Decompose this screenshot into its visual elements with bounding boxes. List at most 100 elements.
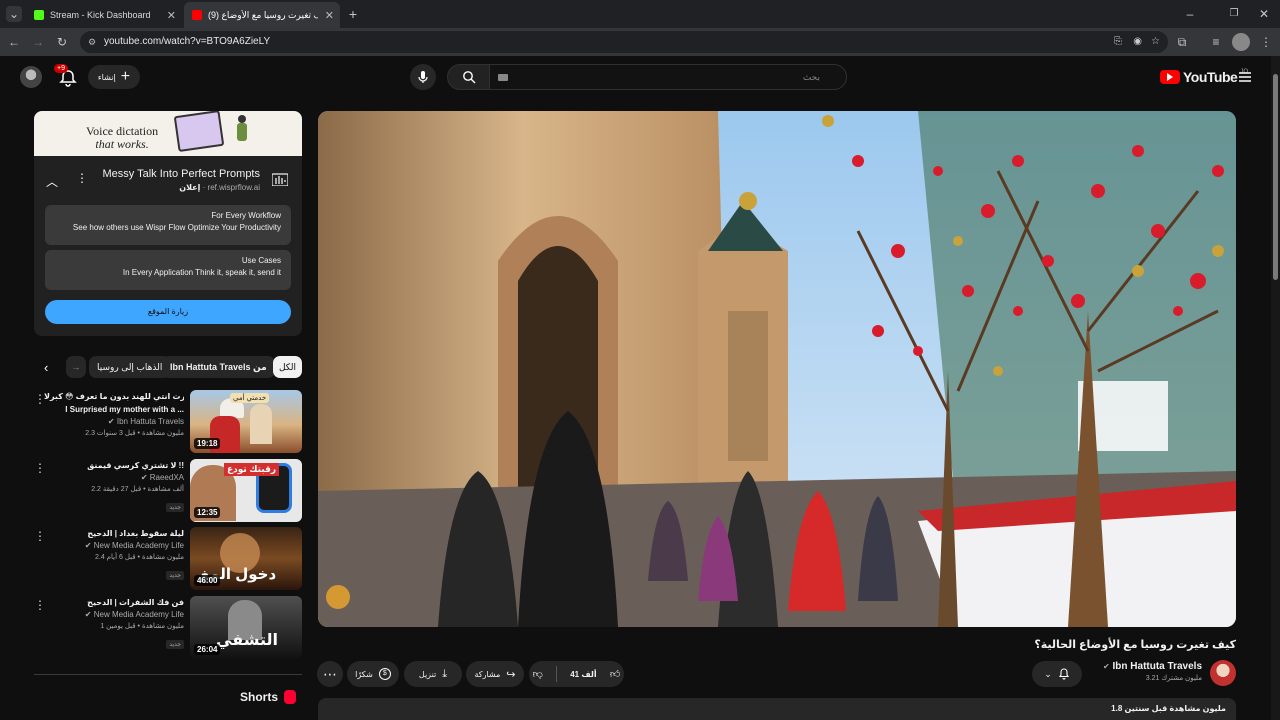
ad-domain: ref.wisprflow.ai bbox=[207, 183, 260, 192]
chip-channel-name: Ibn Hattuta Travels bbox=[170, 362, 251, 372]
search-button[interactable] bbox=[447, 64, 490, 90]
tab-close-icon[interactable]: ✕ bbox=[167, 9, 176, 22]
thumbnail-text: رقبتك تودع bbox=[224, 463, 280, 476]
collapse-chevron-up-icon[interactable]: ︿ bbox=[46, 173, 58, 190]
bookmark-star-icon[interactable]: ☆ bbox=[1151, 31, 1160, 53]
new-badge: جديد bbox=[166, 503, 184, 512]
youtube-favicon-icon bbox=[192, 10, 202, 20]
thanks-dollar-icon: $ bbox=[378, 668, 391, 680]
download-icon: ⤓ bbox=[442, 667, 448, 680]
more-options-icon[interactable]: ⋮ bbox=[34, 598, 46, 612]
sitelink-title: For Every Workflow bbox=[211, 211, 281, 220]
recommendation-item[interactable]: ⋮ ليلة سقوط بغداد | الدحيح ✔ New Media A… bbox=[34, 527, 302, 591]
extensions-icon[interactable]: ⧉ bbox=[1174, 34, 1190, 50]
share-button[interactable]: مشاركة ↪ bbox=[466, 661, 524, 687]
hamburger-menu-icon bbox=[1239, 72, 1251, 82]
subscriber-count: 3.21 مليون مشترك bbox=[1145, 675, 1202, 682]
recommendation-item[interactable]: ⋮ فن فك الشفرات | الدحيح ✔ New Media Aca… bbox=[34, 596, 302, 660]
description-box[interactable]: 1.8 مليون مشاهدة قبل سنتين bbox=[318, 698, 1236, 720]
more-options-icon[interactable]: ⋮ bbox=[34, 461, 46, 475]
youtube-play-icon bbox=[1160, 70, 1180, 84]
browser-toolbar: ← → ↻ ⚙ youtube.com/watch?v=BTO9A6ZieLY … bbox=[0, 28, 1280, 56]
view-count: 2.3 مليون مشاهدة • قبل 3 سنوات bbox=[85, 430, 184, 437]
site-info-icon[interactable]: ⚙ bbox=[88, 31, 96, 53]
recommendation-item[interactable]: ⋮ سافرت انتي للهند بدون ما تعرف 😳 كبرلا … bbox=[34, 390, 302, 454]
channel-name: New Media Academy Life bbox=[93, 610, 184, 619]
tab-search-icon[interactable]: ⌄ bbox=[6, 6, 22, 22]
minimize-icon[interactable]: – bbox=[1182, 6, 1198, 22]
install-icon[interactable]: ⎘ bbox=[1114, 31, 1122, 53]
reading-list-icon[interactable]: ≡ bbox=[1208, 34, 1224, 50]
download-button[interactable]: تنزيل ⤓ bbox=[404, 661, 462, 687]
youtube-logo[interactable]: YouTube JO bbox=[1160, 69, 1248, 85]
account-avatar[interactable] bbox=[20, 66, 42, 88]
video-player[interactable] bbox=[318, 111, 1236, 627]
ad-sitelink-use-cases[interactable]: Use Cases In Every Application Think it,… bbox=[45, 250, 291, 290]
channel-avatar[interactable] bbox=[1210, 660, 1236, 686]
channel-name: RaeedXA bbox=[149, 473, 184, 482]
ad-title[interactable]: Messy Talk Into Perfect Prompts bbox=[102, 168, 260, 180]
scrollbar-thumb[interactable] bbox=[1273, 74, 1278, 280]
video-thumbnail[interactable]: دخول المغ 46:00 bbox=[190, 527, 302, 590]
video-thumbnail[interactable]: رقبتك تودع 12:35 bbox=[190, 459, 302, 522]
ad-sitelink-workflow[interactable]: For Every Workflow See how others use Wi… bbox=[45, 205, 291, 245]
dislike-button[interactable]: 👎︎ bbox=[533, 668, 543, 680]
video-thumbnail[interactable]: خدمتي أمي 19:18 bbox=[190, 390, 302, 453]
tab-kick-dashboard[interactable]: Stream - Kick Dashboard ✕ bbox=[26, 2, 182, 28]
video-title: فن فك الشفرات | الدحيح bbox=[87, 598, 184, 607]
video-frame bbox=[318, 111, 1236, 627]
more-options-icon[interactable]: ⋮ bbox=[34, 392, 46, 406]
guide-menu-button[interactable] bbox=[1238, 70, 1252, 84]
visit-site-button[interactable]: زيارة الموقع bbox=[45, 300, 291, 324]
like-button[interactable]: 👍︎ bbox=[610, 668, 620, 680]
video-thumbnail[interactable]: التشفي 26:04 bbox=[190, 596, 302, 659]
address-bar[interactable]: ⚙ youtube.com/watch?v=BTO9A6ZieLY ⎘ ◉ ☆ bbox=[80, 31, 1168, 53]
more-options-icon[interactable]: ⋮ bbox=[34, 529, 46, 543]
thanks-button[interactable]: شكرًا $ bbox=[347, 661, 399, 687]
tab-close-icon[interactable]: ✕ bbox=[325, 9, 334, 22]
views-date: 1.8 مليون مشاهدة قبل سنتين bbox=[1111, 704, 1226, 713]
new-badge: جديد bbox=[166, 640, 184, 649]
chip-from-prefix: من bbox=[253, 362, 267, 372]
more-actions-button[interactable]: ⋯ bbox=[317, 661, 343, 687]
view-icon[interactable]: ◉ bbox=[1133, 31, 1142, 53]
chip-travel-russia[interactable]: الذهاب إلى روسيا bbox=[89, 356, 171, 378]
forward-icon[interactable]: → bbox=[30, 34, 46, 50]
video-title: سافرت انتي للهند بدون ما تعرف 😳 كبرلا bbox=[44, 392, 184, 401]
restore-icon[interactable]: ❐ bbox=[1226, 6, 1242, 22]
sitelink-desc: See how others use Wispr Flow Optimize Y… bbox=[72, 223, 281, 232]
search-input[interactable]: بحث bbox=[489, 64, 847, 90]
recommendation-item[interactable]: ⋮ لا تشتري كرسي قيمنق !! ✔ RaeedXA 2.2 أ… bbox=[34, 459, 302, 523]
subscription-button[interactable]: ⌄ bbox=[1032, 661, 1082, 687]
notification-badge: +9 bbox=[54, 64, 68, 73]
new-tab-icon[interactable]: + bbox=[345, 6, 361, 22]
ad-banner-image[interactable]: Voice dictation that works. bbox=[34, 111, 302, 156]
ad-separator: · bbox=[202, 183, 206, 192]
page-scrollbar[interactable] bbox=[1271, 56, 1280, 720]
profile-avatar-icon[interactable] bbox=[1232, 33, 1250, 51]
create-button[interactable]: إنشاء + bbox=[88, 65, 140, 89]
chip-all[interactable]: الكل bbox=[273, 356, 302, 378]
ad-more-options-icon[interactable]: ⋮ bbox=[76, 171, 88, 185]
verified-icon: ✔ bbox=[84, 541, 92, 550]
browser-menu-icon[interactable]: ⋮ bbox=[1258, 34, 1274, 50]
window-close-icon[interactable]: ✕ bbox=[1256, 6, 1272, 22]
keyboard-icon[interactable] bbox=[498, 74, 508, 81]
chips-hidden-chip[interactable]: → bbox=[66, 356, 86, 378]
browser-tab-bar: ⌄ Stream - Kick Dashboard ✕ (9) كيف تغير… bbox=[0, 0, 1280, 28]
thumbnail-text: التشفي bbox=[216, 632, 279, 649]
tab-youtube-video[interactable]: (9) كيف تغيرت روسيا مع الأوضاع ✕ bbox=[184, 2, 340, 28]
reload-icon[interactable]: ↻ bbox=[54, 34, 70, 50]
download-label: تنزيل bbox=[418, 669, 437, 679]
ad-audio-waveform-icon bbox=[271, 172, 289, 191]
chips-scroll-left-icon[interactable]: ‹ bbox=[44, 360, 48, 375]
back-icon[interactable]: ← bbox=[6, 34, 22, 50]
notifications-button[interactable]: +9 bbox=[54, 64, 78, 88]
voice-search-button[interactable] bbox=[410, 64, 436, 90]
chip-from-channel[interactable]: Ibn Hattuta Travels من bbox=[162, 356, 275, 378]
tab-title: (9) كيف تغيرت روسيا مع الأوضاع bbox=[208, 9, 318, 20]
channel-name[interactable]: Ibn Hattuta Travels bbox=[1113, 661, 1202, 672]
video-title: كيف تغيرت روسيا مع الأوضاع الحالية؟ bbox=[1034, 639, 1236, 651]
new-badge: جديد bbox=[166, 571, 184, 580]
person-illustration-icon bbox=[232, 115, 252, 153]
